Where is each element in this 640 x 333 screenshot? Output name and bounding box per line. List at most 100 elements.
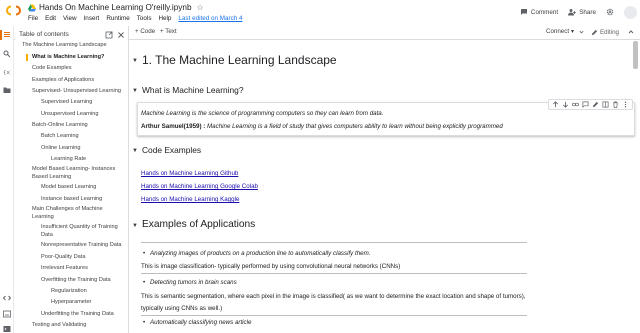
- toc-item[interactable]: Examples of Applications: [32, 76, 128, 84]
- search-icon[interactable]: [3, 50, 11, 58]
- collapse-section-icon[interactable]: ▼: [132, 88, 138, 94]
- arthur-samuel-quote: Arthur Samuel(1959) : Machine Learning i…: [141, 123, 503, 130]
- comment-button[interactable]: Comment: [520, 8, 558, 16]
- bullet-item: Detecting tumors in brain scans: [143, 279, 237, 286]
- delete-icon[interactable]: [612, 101, 619, 108]
- toc-item[interactable]: Unsupervised Learning: [41, 110, 128, 118]
- share-people-icon: [568, 9, 577, 16]
- toc-item[interactable]: Underfitting the Training Data: [41, 310, 128, 318]
- kaggle-link[interactable]: Hands on Machine Learning Kaggle: [141, 196, 239, 203]
- collapse-section-icon[interactable]: ▼: [132, 223, 138, 229]
- toc-item[interactable]: Testing and Validating: [32, 321, 128, 329]
- arthur-samuel-definition: Machine Learning is a field of study tha…: [205, 123, 503, 130]
- toc-item[interactable]: The Machine Learning Landscape: [22, 41, 128, 49]
- toc-active-indicator: [26, 54, 28, 61]
- toc-item[interactable]: Instance based Learning: [41, 195, 128, 203]
- toc-item[interactable]: Irrelevant Features: [41, 264, 128, 272]
- heading-landscape: 1. The Machine Learning Landscape: [142, 53, 337, 67]
- edit-pencil-icon[interactable]: [592, 101, 599, 108]
- collapse-section-icon[interactable]: ▼: [132, 148, 138, 154]
- menu-tools[interactable]: Tools: [137, 15, 152, 22]
- toc-item[interactable]: Model based Learning: [41, 183, 128, 191]
- editing-mode-button[interactable]: Editing: [585, 26, 625, 38]
- chevron-up-icon[interactable]: [627, 28, 635, 36]
- toc-item-active[interactable]: What is Machine Learning?: [32, 53, 128, 61]
- menu-insert[interactable]: Insert: [84, 15, 100, 22]
- add-code-button[interactable]: + Code: [135, 28, 155, 35]
- connect-button[interactable]: Connect ▾: [546, 28, 574, 35]
- toc-list-icon[interactable]: [3, 31, 11, 39]
- heading-code-examples: Code Examples: [142, 145, 202, 155]
- toc-item[interactable]: Poor-Quality Data: [41, 253, 128, 261]
- colab-link[interactable]: Hands on Machine Learning Google Colab: [141, 183, 258, 190]
- svg-text:{x}: {x}: [3, 70, 11, 76]
- folder-icon[interactable]: [3, 86, 11, 94]
- toc-item[interactable]: Main Challenges of Machine Learning: [32, 205, 124, 221]
- code-snippets-icon[interactable]: [3, 294, 11, 302]
- bullet-item: Automatically classifying news article: [143, 319, 251, 326]
- menu-help[interactable]: Help: [158, 15, 171, 22]
- paragraph: This is semantic segmentation, where eac…: [141, 293, 526, 300]
- link-icon[interactable]: [572, 101, 579, 108]
- settings-gear-icon[interactable]: [606, 8, 614, 16]
- toc-item[interactable]: Code Examples: [32, 64, 128, 72]
- toc-item[interactable]: Insufficient Quantity of Training Data: [41, 223, 125, 239]
- divider: [141, 242, 527, 243]
- comment-icon[interactable]: [582, 101, 589, 108]
- connect-label: Connect: [546, 28, 570, 35]
- divider: [141, 315, 527, 316]
- toc-item[interactable]: Batch-Online Learning: [32, 121, 128, 129]
- open-in-new-window-icon[interactable]: [105, 31, 113, 39]
- share-label: Share: [579, 8, 596, 16]
- toc-item[interactable]: Regularization: [51, 287, 128, 295]
- last-edited-link[interactable]: Last edited on March 4: [178, 15, 242, 22]
- toc-title: Table of contents: [19, 31, 69, 38]
- close-icon[interactable]: [117, 31, 125, 39]
- collapse-section-icon[interactable]: ▼: [132, 58, 138, 64]
- move-up-icon[interactable]: [552, 101, 559, 108]
- menu-view[interactable]: View: [63, 15, 77, 22]
- toc-item[interactable]: Supervised- Unsupervised Learning: [32, 87, 128, 95]
- toc-item[interactable]: Overfitting the Training Data: [41, 276, 128, 284]
- add-text-button[interactable]: + Text: [160, 28, 177, 35]
- mirror-cell-icon[interactable]: [602, 101, 609, 108]
- toc-item[interactable]: Online Learning: [41, 144, 128, 152]
- paragraph: This is image classification- typically …: [141, 263, 401, 270]
- divider: [141, 273, 527, 274]
- menu-file[interactable]: File: [28, 15, 38, 22]
- comment-label: Comment: [530, 8, 559, 16]
- chevron-down-icon: ▾: [571, 28, 575, 35]
- move-down-icon[interactable]: [562, 101, 569, 108]
- toc-item[interactable]: Learning Rate: [51, 155, 128, 163]
- scrollbar-thumb[interactable]: [633, 41, 638, 69]
- star-icon[interactable]: ☆: [197, 3, 204, 12]
- toc-item[interactable]: Model Based Learning- Instances Based Le…: [32, 165, 126, 181]
- paragraph: typically using CNNs as well.): [141, 305, 223, 312]
- editing-label: Editing: [600, 28, 619, 36]
- notebook-content: ▼ 1. The Machine Learning Landscape ▼ Wh…: [130, 41, 640, 333]
- toc-item[interactable]: Batch Learning: [41, 132, 128, 140]
- drive-icon: [28, 4, 36, 11]
- toc-item[interactable]: Hyperparameter: [51, 298, 128, 306]
- command-palette-icon[interactable]: [3, 310, 11, 318]
- active-indicator: [0, 30, 2, 40]
- menu-runtime[interactable]: Runtime: [106, 15, 129, 22]
- variables-icon[interactable]: {x}: [3, 68, 11, 76]
- chevron-down-icon[interactable]: [578, 28, 585, 36]
- top-bar: Hands On Machine Learning O'reilly.ipynb…: [0, 0, 640, 26]
- ml-definition-text: Machine Learning is the science of progr…: [141, 110, 384, 117]
- menu-edit[interactable]: Edit: [45, 15, 56, 22]
- comment-icon: [520, 9, 527, 15]
- more-options-icon[interactable]: [622, 101, 629, 108]
- notebook-title[interactable]: Hands On Machine Learning O'reilly.ipynb: [39, 3, 192, 12]
- terminal-icon[interactable]: [3, 325, 11, 333]
- github-link[interactable]: Hands on Machine Learning Github: [141, 170, 238, 177]
- menu-bar: File Edit View Insert Runtime Tools Help…: [28, 15, 242, 22]
- toc-item[interactable]: Supervised Learning: [41, 98, 128, 106]
- user-avatar[interactable]: [624, 5, 637, 19]
- pencil-icon: [591, 29, 598, 35]
- toc-item[interactable]: Nonrepresentative Training Data: [41, 241, 128, 249]
- arthur-samuel-label: Arthur Samuel(1959) :: [141, 123, 206, 130]
- colab-logo-icon[interactable]: [5, 5, 22, 16]
- share-button[interactable]: Share: [568, 8, 596, 16]
